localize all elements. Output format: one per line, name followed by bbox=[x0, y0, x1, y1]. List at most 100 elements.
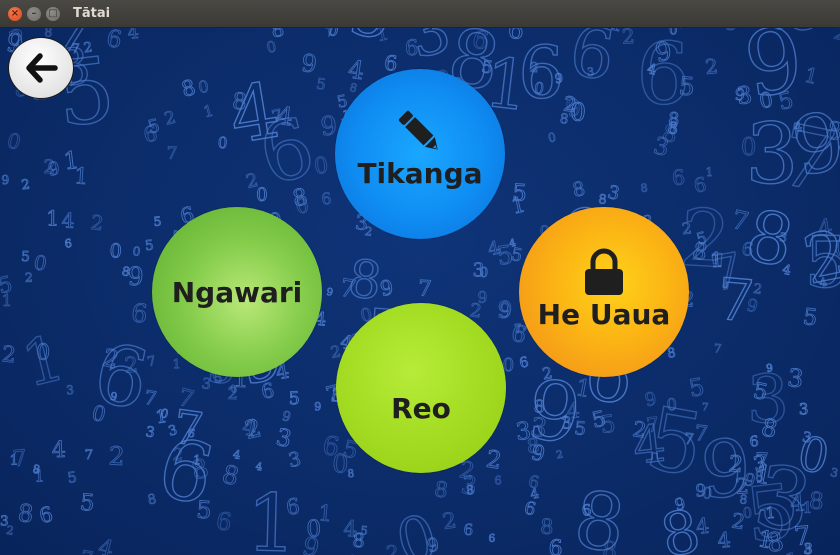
svg-text:9: 9 bbox=[127, 262, 144, 291]
svg-text:0: 0 bbox=[217, 134, 228, 153]
reo-label: Reo bbox=[391, 391, 451, 425]
svg-text:6: 6 bbox=[548, 536, 563, 555]
svg-text:7: 7 bbox=[84, 448, 93, 463]
svg-text:7: 7 bbox=[166, 143, 177, 163]
svg-text:2: 2 bbox=[704, 55, 719, 79]
svg-text:9: 9 bbox=[425, 534, 440, 555]
svg-text:8: 8 bbox=[601, 537, 617, 555]
svg-text:2: 2 bbox=[364, 224, 373, 239]
svg-text:3: 3 bbox=[829, 465, 839, 480]
lock-icon bbox=[585, 248, 623, 295]
svg-text:0: 0 bbox=[332, 448, 349, 479]
svg-text:7: 7 bbox=[417, 276, 432, 302]
svg-text:0: 0 bbox=[479, 265, 488, 281]
svg-text:6: 6 bbox=[518, 30, 565, 115]
tikanga-button[interactable]: Tikanga bbox=[335, 69, 505, 239]
svg-text:4: 4 bbox=[51, 437, 66, 464]
svg-text:6: 6 bbox=[320, 189, 333, 209]
svg-text:6: 6 bbox=[778, 28, 826, 47]
svg-text:7: 7 bbox=[793, 520, 812, 551]
svg-text:2: 2 bbox=[797, 215, 840, 300]
svg-text:0: 0 bbox=[109, 239, 122, 263]
svg-text:5: 5 bbox=[67, 470, 78, 487]
svg-text:2: 2 bbox=[681, 219, 693, 238]
svg-text:0: 0 bbox=[36, 340, 50, 365]
svg-text:5: 5 bbox=[144, 237, 154, 254]
svg-text:2: 2 bbox=[108, 441, 126, 471]
svg-text:2: 2 bbox=[43, 157, 56, 178]
svg-text:8: 8 bbox=[17, 499, 35, 528]
window-title: Tātai bbox=[73, 6, 111, 21]
svg-text:6: 6 bbox=[404, 35, 418, 61]
svg-text:4: 4 bbox=[232, 447, 242, 462]
svg-text:9: 9 bbox=[499, 300, 512, 322]
svg-text:2: 2 bbox=[484, 445, 503, 475]
svg-text:0: 0 bbox=[32, 251, 49, 276]
svg-text:6: 6 bbox=[527, 472, 540, 492]
svg-text:4: 4 bbox=[61, 209, 74, 233]
svg-text:5: 5 bbox=[360, 523, 369, 538]
svg-text:6: 6 bbox=[581, 501, 592, 520]
ngawari-label: Ngawari bbox=[171, 275, 303, 309]
svg-text:5: 5 bbox=[315, 75, 327, 94]
svg-text:3: 3 bbox=[799, 400, 809, 418]
svg-text:8: 8 bbox=[570, 475, 630, 555]
svg-text:2: 2 bbox=[385, 541, 399, 555]
svg-text:5: 5 bbox=[0, 272, 15, 300]
reo-button[interactable]: Reo bbox=[336, 303, 506, 473]
svg-text:8: 8 bbox=[219, 459, 242, 491]
svg-text:6: 6 bbox=[37, 502, 55, 528]
svg-text:4: 4 bbox=[96, 535, 116, 555]
window-minimize-button[interactable]: – bbox=[27, 7, 41, 21]
svg-text:3: 3 bbox=[144, 424, 155, 441]
svg-text:5: 5 bbox=[21, 249, 30, 265]
svg-text:0: 0 bbox=[5, 128, 23, 154]
svg-text:5: 5 bbox=[742, 467, 800, 555]
svg-text:6: 6 bbox=[86, 326, 156, 430]
he-uaua-label: He Uaua bbox=[537, 297, 671, 331]
svg-text:7: 7 bbox=[325, 28, 334, 40]
ngawari-button[interactable]: Ngawari bbox=[152, 207, 322, 377]
svg-text:6: 6 bbox=[518, 354, 530, 372]
svg-text:5: 5 bbox=[801, 304, 818, 332]
svg-text:1: 1 bbox=[245, 476, 298, 555]
svg-text:2: 2 bbox=[752, 282, 763, 298]
svg-text:2: 2 bbox=[621, 28, 635, 49]
svg-text:2: 2 bbox=[832, 28, 840, 46]
svg-text:0: 0 bbox=[256, 185, 268, 206]
svg-text:6: 6 bbox=[130, 297, 149, 329]
svg-text:0: 0 bbox=[306, 515, 322, 543]
svg-text:6: 6 bbox=[64, 237, 73, 251]
svg-text:3: 3 bbox=[287, 447, 303, 472]
tikanga-label: Tikanga bbox=[357, 156, 483, 190]
svg-text:5: 5 bbox=[153, 214, 162, 229]
back-button[interactable] bbox=[8, 37, 74, 99]
svg-text:0: 0 bbox=[547, 130, 558, 145]
svg-text:2: 2 bbox=[730, 508, 747, 534]
svg-text:5: 5 bbox=[288, 389, 300, 409]
he-uaua-button[interactable]: He Uaua bbox=[519, 207, 689, 377]
pencil-icon bbox=[398, 110, 438, 150]
svg-text:9: 9 bbox=[314, 400, 321, 413]
window-close-button[interactable]: × bbox=[8, 7, 22, 21]
svg-text:6: 6 bbox=[671, 165, 686, 190]
svg-text:2: 2 bbox=[89, 211, 105, 236]
svg-text:6: 6 bbox=[522, 498, 538, 520]
svg-text:9: 9 bbox=[320, 111, 338, 142]
svg-text:8: 8 bbox=[433, 476, 450, 503]
svg-text:6: 6 bbox=[105, 28, 124, 54]
svg-text:6: 6 bbox=[488, 533, 495, 545]
main-menu-area: 3295189165586802090993794172986401504479… bbox=[0, 28, 840, 555]
arrow-left-icon bbox=[26, 53, 58, 83]
svg-text:4: 4 bbox=[630, 413, 669, 475]
window-maximize-button[interactable]: □ bbox=[46, 7, 60, 21]
svg-text:3: 3 bbox=[561, 413, 573, 433]
svg-text:3: 3 bbox=[66, 383, 74, 398]
svg-text:2: 2 bbox=[1, 342, 17, 368]
svg-text:0: 0 bbox=[313, 152, 330, 179]
svg-text:3: 3 bbox=[605, 182, 621, 205]
svg-text:2: 2 bbox=[441, 508, 458, 535]
svg-text:9: 9 bbox=[1, 173, 10, 187]
svg-text:9: 9 bbox=[300, 49, 319, 79]
svg-text:1: 1 bbox=[9, 453, 18, 469]
